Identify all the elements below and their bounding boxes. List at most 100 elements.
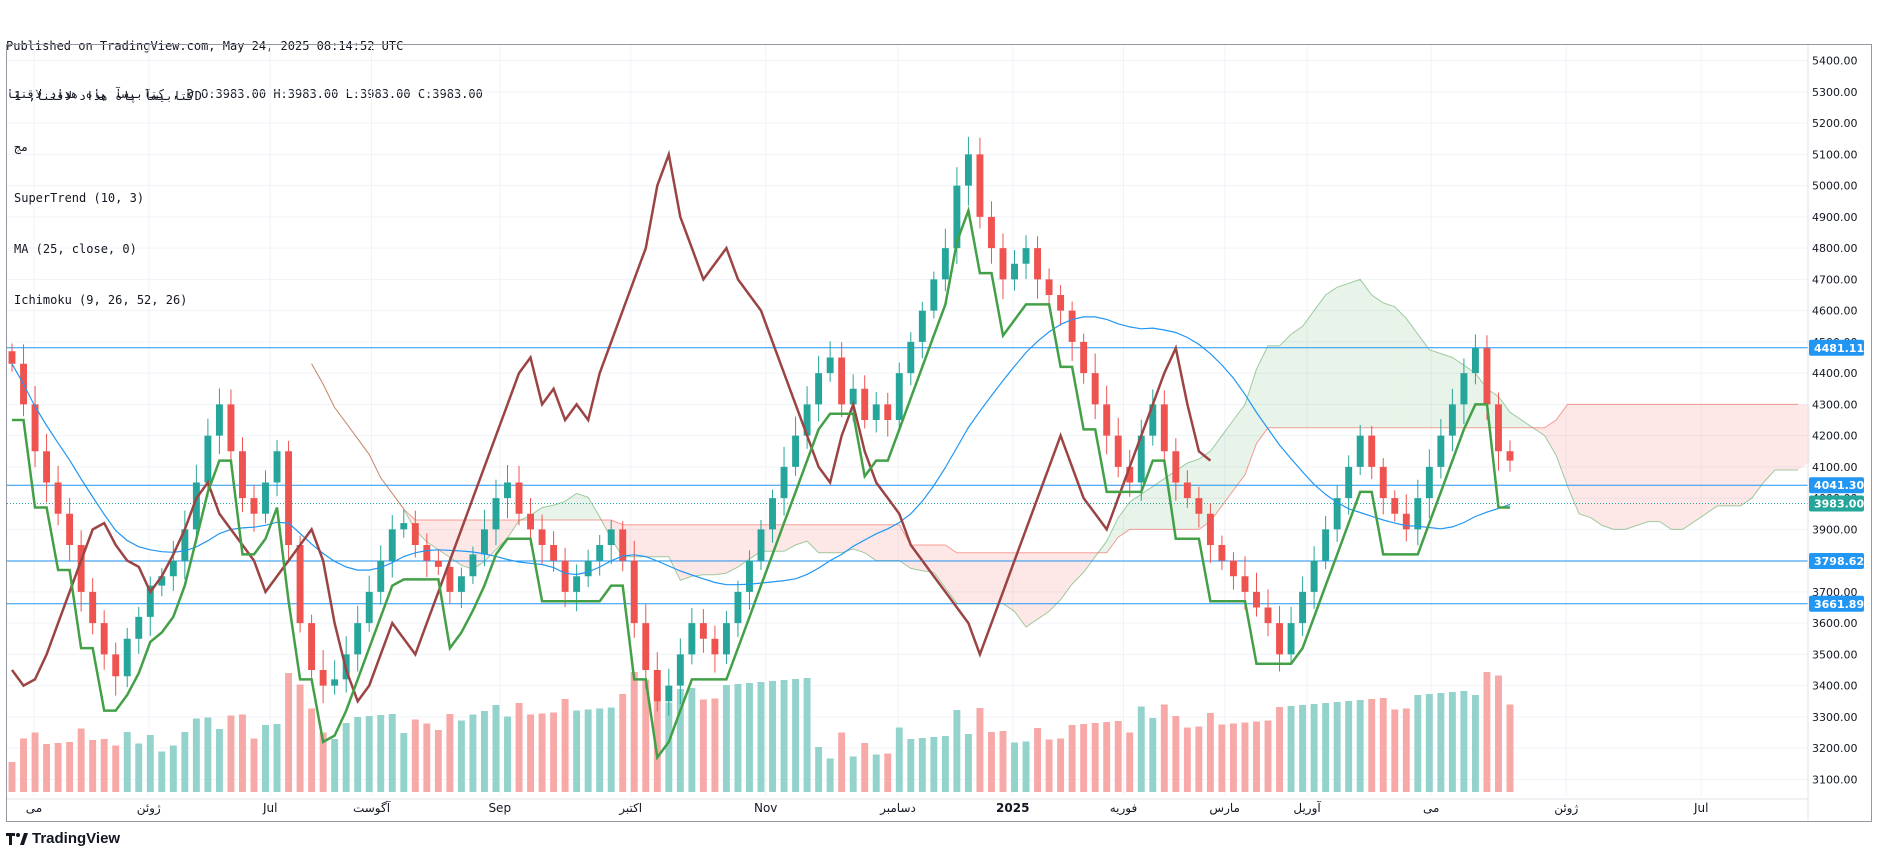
candle-body [123,638,131,677]
volume-bar [273,724,281,792]
volume-bar [988,732,995,792]
legend-supertrend[interactable]: SuperTrend (10, 3) [14,190,202,207]
volume-bar [239,714,246,792]
x-tick-label: دسامبر [879,801,916,816]
candle-body [573,576,581,592]
ichimoku-cloud-segment [703,524,715,575]
volume-bar [792,679,800,792]
x-tick-label: می [1423,801,1439,815]
volume-bar [146,735,154,792]
candle-body [838,357,846,405]
volume-bar [1253,721,1260,792]
legend-ichimoku[interactable]: Ichimoku (9, 26, 52, 26) [14,292,202,309]
ichimoku-cloud-segment [1302,310,1315,428]
ichimoku-cloud-segment [1659,404,1672,530]
volume-bar [861,743,869,792]
volume-bar [469,714,477,792]
ichimoku-cloud-segment [1406,318,1418,428]
candle-body [826,357,834,374]
ichimoku-cloud-segment [1590,404,1603,526]
x-tick-label: آگوست [353,800,391,816]
volume-bar [77,728,85,792]
candle-body [377,560,385,592]
candle-body [43,451,51,483]
price-chart[interactable]: 3100.00 3200.00 3300.00 3400.00 3500.00 3600.… [0,0,1878,858]
candle-body [665,685,673,702]
ichimoku-cloud-segment [634,524,646,557]
candle-body [239,451,246,499]
candle-body [1253,591,1260,608]
volume-bar [1345,701,1353,792]
candle-body [688,623,696,655]
candle-body [515,482,523,514]
brand-text: TradingView [32,830,121,847]
candle-body [457,576,465,592]
candle-body [100,623,108,655]
candle-body [780,466,788,499]
candle-body [1034,248,1042,280]
candle-body [285,451,293,545]
volume-bar [1483,672,1491,792]
candle-body [1241,576,1249,592]
candle-body [1495,404,1502,452]
x-tick-label: Sep [488,801,511,815]
ichimoku-cloud-segment [1694,404,1706,522]
ichimoku-cloud-segment [1291,326,1303,428]
ichimoku-cloud-segment [1682,404,1695,530]
volume-bar [1310,704,1318,792]
candle-body [941,248,949,280]
volume-bar [884,753,892,792]
candle-body [722,623,730,655]
candle-body [296,545,304,624]
ichimoku-cloud-segment [726,524,738,574]
candle-body [642,623,650,670]
volume-bar [1195,726,1203,792]
candle-body [423,545,431,561]
ichimoku-cloud-segment [784,524,796,552]
candle-body [388,529,396,561]
tradingview-logo[interactable]: TradingView [6,830,120,847]
candle-body [469,554,477,577]
volume-bar [20,738,27,792]
candle-body [1322,529,1330,561]
volume-bar [630,672,638,792]
volume-bar [1080,724,1088,792]
candle-body [1160,404,1168,452]
volume-bar [1287,706,1295,792]
volume-bar [1126,732,1134,792]
x-tick-label: می [26,801,42,815]
volume-bar [1402,708,1410,792]
volume-bar [388,714,396,792]
ichimoku-cloud-segment [1002,552,1015,612]
candle-body [1356,435,1364,467]
legend-ma[interactable]: MA (25, close, 0) [14,241,202,258]
ichimoku-cloud-segment [887,524,900,561]
candle-body [204,435,212,483]
y-tick-label: 4200.00 [1812,430,1858,443]
volume-bar [181,732,189,792]
candle-body [262,482,269,514]
y-tick-label: 3500.00 [1812,648,1858,661]
ichimoku-cloud-segment [1625,404,1637,530]
candle-body [1506,451,1514,461]
candle-body [66,513,74,545]
candle-body [584,560,592,577]
candle-body [711,638,719,655]
ichimoku-cloud-segment [1636,404,1649,526]
candle-body [1022,248,1030,264]
volume-bar [1034,728,1042,792]
candle-body [676,654,684,686]
x-tick-label: Jul [262,801,277,815]
ichimoku-cloud-segment [1049,552,1061,612]
volume-bar [838,732,846,792]
volume-bar [1414,695,1422,792]
candle-body [331,679,339,686]
ichimoku-cloud-segment [830,524,842,553]
volume-bar [722,685,730,792]
candle-body [1080,341,1088,374]
volume-bar [815,747,823,792]
y-tick-label: 5100.00 [1812,148,1858,161]
volume-bar [596,708,604,792]
volume-bar [1091,723,1099,792]
volume-bar [1356,700,1364,792]
